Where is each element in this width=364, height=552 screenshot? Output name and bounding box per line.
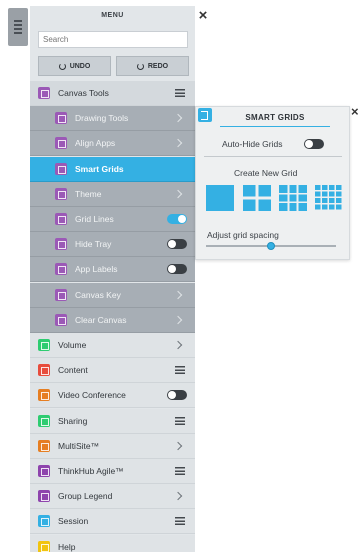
item-icon xyxy=(55,112,67,125)
menu-item-clear-canvas[interactable]: Clear Canvas xyxy=(30,307,195,333)
item-icon xyxy=(38,87,50,99)
item-label: Sharing xyxy=(58,415,88,426)
item-label: Drawing Tools xyxy=(75,113,129,124)
grid-4x4-button[interactable] xyxy=(315,185,343,211)
chevron-right-icon[interactable] xyxy=(173,315,183,325)
item-label: Group Legend xyxy=(58,491,113,502)
chevron-right-icon[interactable] xyxy=(173,441,183,451)
menu-item-help[interactable]: Help xyxy=(30,534,195,552)
item-icon xyxy=(38,414,50,427)
list-icon[interactable] xyxy=(175,366,185,375)
item-label: Help xyxy=(58,541,76,552)
list-icon[interactable] xyxy=(175,89,185,97)
menu-item-volume[interactable]: Volume xyxy=(30,333,195,358)
item-label: Content xyxy=(58,365,88,376)
menu-item-content[interactable]: Content xyxy=(30,358,195,384)
grip-icon xyxy=(14,20,22,34)
item-icon xyxy=(55,137,67,150)
redo-label: REDO xyxy=(147,62,169,70)
grid-3x3-button[interactable] xyxy=(279,185,307,211)
item-icon xyxy=(55,187,67,200)
menu-item-multisite[interactable]: MultiSite™ xyxy=(30,433,195,459)
item-label: Clear Canvas xyxy=(75,314,127,325)
item-label: Canvas Tools xyxy=(58,88,109,98)
chevron-right-icon[interactable] xyxy=(173,290,183,299)
toggle-switch[interactable] xyxy=(167,390,187,401)
smart-grids-title: SMART GRIDS xyxy=(245,113,305,122)
item-label: Session xyxy=(58,516,89,527)
menu-item-smart-grids[interactable]: Smart Grids xyxy=(30,156,195,182)
item-label: Align Apps xyxy=(75,138,116,149)
chevron-right-icon[interactable] xyxy=(173,340,183,350)
menu-item-align-apps[interactable]: Align Apps xyxy=(30,131,195,157)
grid-1x1-button[interactable] xyxy=(206,185,234,211)
menu-item-app-labels[interactable]: App Labels xyxy=(30,257,195,283)
list-icon[interactable] xyxy=(175,416,185,425)
menu-item-canvas-key[interactable]: Canvas Key xyxy=(30,282,195,308)
exit-icon[interactable] xyxy=(198,108,212,122)
menu-item-grid-lines[interactable]: Grid Lines xyxy=(30,207,195,232)
chevron-right-icon[interactable] xyxy=(173,189,183,199)
item-icon xyxy=(55,263,67,276)
search-input[interactable] xyxy=(38,31,188,48)
item-icon xyxy=(38,515,50,528)
title-underline xyxy=(220,126,330,127)
item-icon xyxy=(38,540,50,552)
item-icon xyxy=(55,213,67,225)
item-label: Canvas Key xyxy=(75,289,121,300)
auto-hide-toggle[interactable] xyxy=(304,139,324,149)
close-icon[interactable]: × xyxy=(195,8,211,24)
menu-drag-handle[interactable] xyxy=(8,8,28,46)
menu-item-thinkhub-agile[interactable]: ThinkHub Agile™ xyxy=(30,459,195,484)
undo-label: UNDO xyxy=(69,62,91,70)
item-icon xyxy=(55,313,67,326)
spacing-slider-thumb[interactable] xyxy=(267,242,275,250)
item-label: Hide Tray xyxy=(75,239,112,250)
item-label: Volume xyxy=(58,340,87,350)
list-icon[interactable] xyxy=(175,467,185,475)
undo-button[interactable]: UNDO xyxy=(38,56,111,76)
auto-hide-label: Auto-Hide Grids xyxy=(222,139,283,149)
redo-button[interactable]: REDO xyxy=(116,56,189,76)
toggle-switch[interactable] xyxy=(167,264,187,275)
create-grid-label: Create New Grid xyxy=(234,168,298,178)
chevron-right-icon[interactable] xyxy=(173,139,183,148)
panel-close-icon[interactable]: × xyxy=(351,105,359,119)
chevron-right-icon[interactable] xyxy=(173,113,183,123)
item-icon xyxy=(38,364,50,377)
item-label: Smart Grids xyxy=(75,163,124,174)
menu-item-video-conference[interactable]: Video Conference xyxy=(30,383,195,409)
item-icon xyxy=(38,389,50,402)
item-icon xyxy=(38,465,50,477)
item-icon xyxy=(55,238,67,251)
item-icon xyxy=(38,439,50,452)
menu-item-drawing-tools[interactable]: Drawing Tools xyxy=(30,106,195,132)
menu-item-session[interactable]: Session xyxy=(30,509,195,535)
redo-icon xyxy=(136,62,144,70)
item-label: Theme xyxy=(75,188,102,199)
menu-item-group-legend[interactable]: Group Legend xyxy=(30,484,195,510)
divider xyxy=(204,156,342,157)
item-label: Grid Lines xyxy=(75,214,114,224)
item-icon xyxy=(55,162,67,175)
spacing-label: Adjust grid spacing xyxy=(207,230,279,240)
item-icon xyxy=(38,490,50,503)
toggle-switch[interactable] xyxy=(167,214,187,224)
item-label: Video Conference xyxy=(58,390,126,401)
undo-icon xyxy=(58,62,66,70)
menu-title: MENU xyxy=(101,12,124,19)
menu-item-theme[interactable]: Theme xyxy=(30,181,195,207)
list-icon[interactable] xyxy=(175,517,185,526)
chevron-right-icon[interactable] xyxy=(173,491,183,501)
menu-item-hide-tray[interactable]: Hide Tray xyxy=(30,232,195,258)
menu-item-sharing[interactable]: Sharing xyxy=(30,408,195,434)
item-icon xyxy=(55,288,67,301)
item-label: MultiSite™ xyxy=(58,440,100,451)
item-label: App Labels xyxy=(75,264,118,275)
toggle-switch[interactable] xyxy=(167,239,187,250)
item-icon xyxy=(38,339,50,351)
grid-2x2-button[interactable] xyxy=(243,185,271,211)
menu-item-canvas-tools[interactable]: Canvas Tools xyxy=(30,81,195,106)
item-label: ThinkHub Agile™ xyxy=(58,466,124,476)
